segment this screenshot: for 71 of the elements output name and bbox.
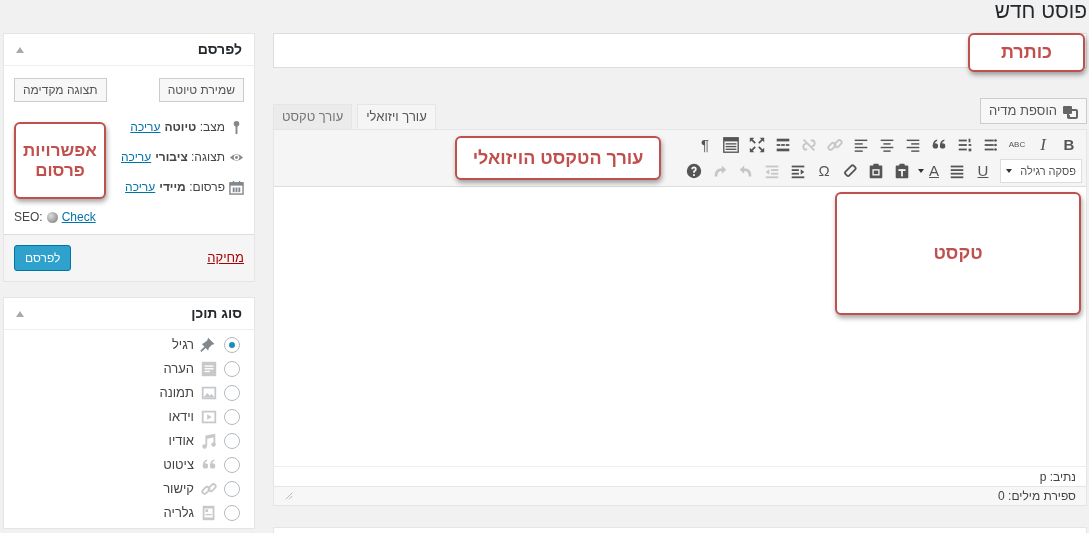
edit-link[interactable]: עריכה — [125, 178, 156, 196]
panel-title: סוג תוכן — [191, 304, 242, 323]
read-more-icon — [774, 136, 792, 154]
radio-button[interactable] — [224, 481, 240, 497]
radio-button[interactable] — [224, 409, 240, 425]
callout: כותרת — [968, 33, 1085, 72]
underline-button[interactable]: U — [970, 158, 996, 184]
seo-label: SEO: — [14, 209, 43, 226]
format-label: רגיל — [171, 336, 194, 355]
publish-setting: פרסום: מיידי — [159, 179, 225, 196]
delete-link[interactable]: מחיקה — [207, 248, 244, 268]
toolbar-toggle-icon — [722, 136, 740, 154]
save-draft-button[interactable]: שמירת טיוטה — [158, 78, 244, 102]
music-note-icon — [200, 432, 218, 450]
publish-setting: תצוגה: ציבורי — [155, 149, 225, 166]
bulleted-list-icon — [982, 136, 1000, 154]
unlink-icon — [800, 136, 818, 154]
eraser-icon — [841, 162, 859, 180]
fullscreen-icon — [748, 136, 766, 154]
special-character-button[interactable]: Ω — [811, 158, 837, 184]
format-dropdown[interactable]: פסקה רגילה — [1000, 159, 1082, 183]
callout: טקסט — [835, 192, 1081, 315]
panel-title: לפרסם — [197, 40, 242, 59]
editor-tab[interactable]: עורך טקסט — [273, 104, 353, 129]
format-label: קישור — [163, 480, 194, 499]
collapse-icon[interactable] — [16, 310, 24, 317]
italic-button[interactable]: I — [1030, 132, 1056, 158]
radio-button[interactable] — [224, 361, 240, 377]
callout: עורך הטקסט הויזואלי — [455, 136, 661, 180]
note-icon — [200, 360, 218, 378]
collapse-icon[interactable] — [16, 46, 24, 53]
media-icon — [1062, 103, 1078, 119]
clipboard-icon — [893, 162, 911, 180]
radio-button[interactable] — [224, 433, 240, 449]
seo-check-link[interactable]: Check — [61, 208, 96, 226]
radio-button[interactable] — [224, 457, 240, 473]
editor-tab[interactable]: עורך ויזואלי — [357, 104, 436, 129]
help-icon — [685, 162, 703, 180]
caret-icon — [1006, 169, 1012, 173]
video-icon — [200, 408, 218, 426]
format-label: אודיו — [168, 432, 194, 451]
link-icon — [826, 136, 844, 154]
format-label: תמונה — [159, 384, 194, 403]
link-icon — [200, 480, 218, 498]
edit-link[interactable]: עריכה — [130, 118, 161, 136]
publish-setting: מצב: טיוטה — [164, 119, 225, 136]
format-label: גלריה — [163, 504, 194, 523]
caret-icon — [918, 169, 924, 173]
format-label: הערה — [163, 360, 194, 379]
numbered-list-icon — [956, 136, 974, 154]
text-color-button[interactable]: A — [924, 158, 944, 184]
strikethrough-button[interactable]: ABC — [1004, 132, 1030, 158]
radio-button[interactable] — [224, 385, 240, 401]
page-title: פוסט חדש — [993, 0, 1087, 22]
bold-button[interactable]: B — [1056, 132, 1082, 158]
format-label: וידאו — [168, 408, 194, 427]
element-path: נתיב: p — [1039, 468, 1076, 486]
preview-button[interactable]: תצוגה מקדימה — [14, 78, 107, 102]
status-dot — [46, 211, 58, 223]
word-count: ספירת מילים: 0 — [998, 488, 1076, 505]
paragraph-direction-button[interactable]: ¶ — [692, 132, 718, 158]
clipboard-icon — [867, 162, 885, 180]
edit-link[interactable]: עריכה — [121, 148, 152, 166]
add-media-button[interactable]: הוספת מדיה — [979, 98, 1087, 124]
callout: אפשרויות פרסום — [14, 122, 106, 199]
format-label: ציטוט — [163, 456, 194, 475]
calendar-icon — [229, 179, 244, 195]
radio-button[interactable] — [224, 337, 240, 353]
image-icon — [200, 384, 218, 402]
resize-handle-icon — [284, 491, 294, 501]
radio-button[interactable] — [224, 505, 240, 521]
